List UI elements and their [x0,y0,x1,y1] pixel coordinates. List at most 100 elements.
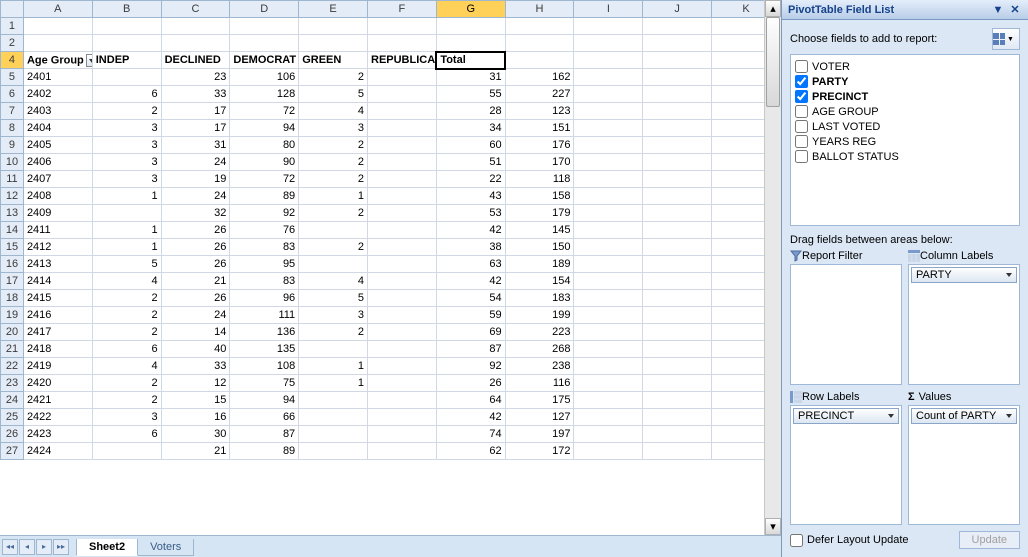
cell[interactable]: 28 [436,103,505,120]
pivot-header-cell[interactable]: INDEP [92,52,161,69]
cell[interactable]: 15 [161,392,230,409]
cell[interactable] [436,35,505,52]
cell[interactable]: 3 [92,171,161,188]
cell[interactable]: 42 [436,222,505,239]
tab-nav-next[interactable]: ▸ [36,539,52,555]
cell[interactable]: 2416 [23,307,92,324]
cell[interactable] [299,35,368,52]
tab-nav-last[interactable]: ▸▸ [53,539,69,555]
cell[interactable]: 3 [92,154,161,171]
row-labels-box[interactable]: PRECINCT [790,405,902,526]
pivot-header-cell[interactable]: REPUBLICAN [368,52,437,69]
cell[interactable] [574,120,643,137]
cell[interactable] [643,273,712,290]
cell[interactable] [643,120,712,137]
cell[interactable]: 189 [505,256,574,273]
cell[interactable]: 69 [436,324,505,341]
sheet-tab-voters[interactable]: Voters [137,539,194,556]
sheet-tab-sheet2[interactable]: Sheet2 [76,539,138,556]
cell[interactable]: 75 [230,375,299,392]
cell[interactable]: 72 [230,103,299,120]
cell[interactable] [643,205,712,222]
cell[interactable] [92,443,161,460]
field-checkbox[interactable] [795,105,808,118]
cell[interactable] [643,69,712,86]
cell[interactable] [643,426,712,443]
cell[interactable] [643,35,712,52]
cell[interactable]: 26 [436,375,505,392]
cell[interactable]: 2424 [23,443,92,460]
cell[interactable] [368,273,437,290]
cell[interactable]: 74 [436,426,505,443]
area-pill-party[interactable]: PARTY [911,267,1017,283]
cell[interactable] [574,222,643,239]
col-header-J[interactable]: J [643,1,712,18]
row-header-6[interactable]: 6 [1,86,24,103]
cell[interactable]: 1 [92,222,161,239]
cell[interactable]: 24 [161,154,230,171]
row-header-19[interactable]: 19 [1,307,24,324]
cell[interactable]: 1 [299,188,368,205]
cell[interactable]: 2404 [23,120,92,137]
cell[interactable]: 1 [299,375,368,392]
cell[interactable]: 17 [161,120,230,137]
cell[interactable] [368,86,437,103]
cell[interactable]: 2405 [23,137,92,154]
cell[interactable]: 12 [161,375,230,392]
cell[interactable]: 238 [505,358,574,375]
cell[interactable]: 2406 [23,154,92,171]
cell[interactable]: 1 [92,188,161,205]
cell[interactable]: 17 [161,103,230,120]
cell[interactable]: 158 [505,188,574,205]
spreadsheet-grid[interactable]: ABCDEFGHIJK124Age GroupINDEPDECLINEDDEMO… [0,0,781,460]
cell[interactable] [368,256,437,273]
cell[interactable]: 2 [92,392,161,409]
defer-update-checkbox[interactable]: Defer Layout Update [790,534,959,547]
cell[interactable]: 26 [161,256,230,273]
cell[interactable]: 94 [230,392,299,409]
cell[interactable]: 31 [436,69,505,86]
cell[interactable]: 135 [230,341,299,358]
cell[interactable] [368,358,437,375]
report-filter-box[interactable] [790,264,902,385]
cell[interactable] [574,205,643,222]
cell[interactable] [299,222,368,239]
task-pane-menu-icon[interactable]: ▼ [991,3,1005,17]
cell[interactable]: 3 [299,120,368,137]
cell[interactable]: 53 [436,205,505,222]
cell[interactable] [574,18,643,35]
cell[interactable] [161,18,230,35]
cell[interactable] [368,409,437,426]
cell[interactable]: 2421 [23,392,92,409]
cell[interactable]: 111 [230,307,299,324]
cell[interactable]: 21 [161,273,230,290]
cell[interactable] [574,324,643,341]
cell[interactable]: 32 [161,205,230,222]
cell[interactable]: 5 [92,256,161,273]
cell[interactable] [574,426,643,443]
update-button[interactable]: Update [959,531,1020,549]
cell[interactable]: 183 [505,290,574,307]
cell[interactable]: 89 [230,188,299,205]
row-header-11[interactable]: 11 [1,171,24,188]
cell[interactable]: 21 [161,443,230,460]
cell[interactable] [368,18,437,35]
cell[interactable] [574,358,643,375]
cell[interactable]: 76 [230,222,299,239]
vertical-scrollbar[interactable]: ▴ ▾ [764,0,781,535]
cell[interactable]: 151 [505,120,574,137]
cell[interactable] [643,375,712,392]
cell[interactable] [574,443,643,460]
cell[interactable]: 268 [505,341,574,358]
cell[interactable]: 26 [161,239,230,256]
row-header-21[interactable]: 21 [1,341,24,358]
field-checkbox[interactable] [795,135,808,148]
cell[interactable]: 16 [161,409,230,426]
cell[interactable]: 43 [436,188,505,205]
row-header-24[interactable]: 24 [1,392,24,409]
field-ballot-status[interactable]: BALLOT STATUS [793,149,1017,164]
cell[interactable]: 51 [436,154,505,171]
task-pane-close-icon[interactable]: ✕ [1008,3,1022,17]
cell[interactable] [92,35,161,52]
row-header-27[interactable]: 27 [1,443,24,460]
